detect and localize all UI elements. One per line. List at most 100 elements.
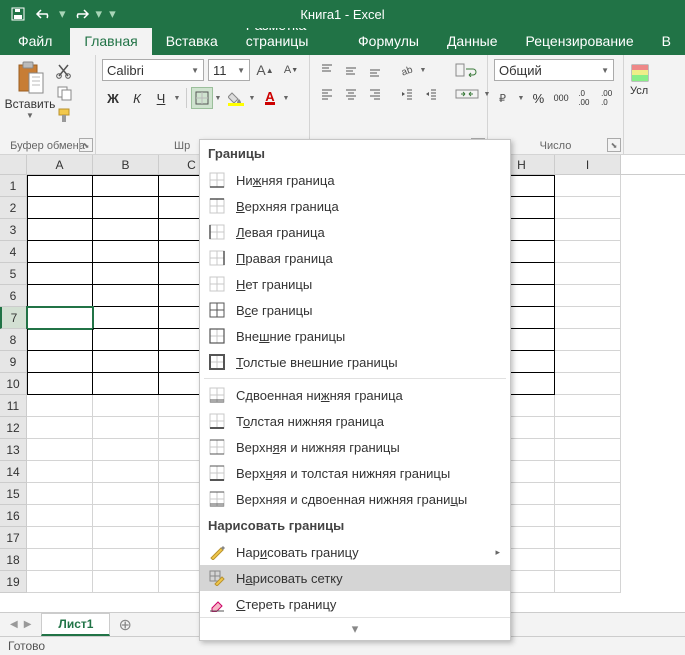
row-header[interactable]: 3 bbox=[0, 219, 27, 241]
menu-item-outside[interactable]: Внешние границы bbox=[200, 323, 510, 349]
cell[interactable] bbox=[555, 285, 621, 307]
menu-item-thick-bottom[interactable]: Толстая нижняя граница bbox=[200, 408, 510, 434]
fill-color-dropdown[interactable]: ▼ bbox=[247, 95, 257, 102]
borders-button[interactable] bbox=[191, 87, 213, 109]
row-header[interactable]: 7 bbox=[0, 307, 27, 329]
row-header[interactable]: 2 bbox=[0, 197, 27, 219]
conditional-formatting-button[interactable] bbox=[630, 63, 666, 83]
row-header[interactable]: 18 bbox=[0, 549, 27, 571]
cell[interactable] bbox=[93, 439, 159, 461]
row-header[interactable]: 15 bbox=[0, 483, 27, 505]
merge-button[interactable] bbox=[452, 83, 482, 105]
wrap-text-button[interactable] bbox=[452, 59, 482, 81]
orientation-button[interactable]: ab bbox=[396, 59, 418, 81]
sheet-nav-prev[interactable]: ◀ bbox=[10, 619, 18, 630]
cell[interactable] bbox=[555, 461, 621, 483]
select-all-corner[interactable] bbox=[0, 155, 27, 174]
percent-button[interactable]: % bbox=[528, 87, 549, 109]
menu-item-none[interactable]: Нет границы bbox=[200, 271, 510, 297]
menu-item-draw-border[interactable]: Нарисовать границу▸ bbox=[200, 539, 510, 565]
align-left-button[interactable] bbox=[316, 83, 338, 105]
cell[interactable] bbox=[93, 461, 159, 483]
menu-item-all[interactable]: Все границы bbox=[200, 297, 510, 323]
cell[interactable] bbox=[27, 461, 93, 483]
cell[interactable] bbox=[93, 549, 159, 571]
sheet-nav-next[interactable]: ▶ bbox=[24, 619, 32, 630]
row-header[interactable]: 16 bbox=[0, 505, 27, 527]
font-size-combo[interactable]: 11▼ bbox=[208, 59, 250, 81]
cell[interactable] bbox=[27, 175, 93, 197]
cell[interactable] bbox=[27, 549, 93, 571]
row-header[interactable]: 5 bbox=[0, 263, 27, 285]
menu-item-left[interactable]: Левая граница bbox=[200, 219, 510, 245]
decrease-indent-button[interactable] bbox=[396, 83, 418, 105]
cell[interactable] bbox=[93, 263, 159, 285]
cell[interactable] bbox=[555, 373, 621, 395]
cell[interactable] bbox=[27, 241, 93, 263]
cell[interactable] bbox=[27, 373, 93, 395]
cell[interactable] bbox=[27, 571, 93, 593]
cell[interactable] bbox=[555, 351, 621, 373]
cell[interactable] bbox=[93, 307, 159, 329]
sheet-tab-1[interactable]: Лист1 bbox=[41, 613, 110, 636]
borders-dropdown[interactable]: ▼ bbox=[213, 95, 223, 102]
format-painter-button[interactable] bbox=[56, 107, 76, 125]
accounting-dropdown[interactable]: ▼ bbox=[516, 95, 526, 102]
row-header[interactable]: 11 bbox=[0, 395, 27, 417]
paste-button[interactable]: Вставить ▼ bbox=[6, 59, 54, 125]
row-header[interactable]: 8 bbox=[0, 329, 27, 351]
cell[interactable] bbox=[93, 329, 159, 351]
increase-font-button[interactable]: A▲ bbox=[254, 59, 276, 81]
cell[interactable] bbox=[27, 439, 93, 461]
underline-button[interactable]: Ч bbox=[150, 87, 172, 109]
row-header[interactable]: 13 bbox=[0, 439, 27, 461]
cell[interactable] bbox=[27, 395, 93, 417]
accounting-format-button[interactable]: ₽ bbox=[494, 87, 516, 109]
cell[interactable] bbox=[27, 263, 93, 285]
cell[interactable] bbox=[555, 175, 621, 197]
font-color-dropdown[interactable]: ▼ bbox=[281, 95, 291, 102]
tab-view-partial[interactable]: В bbox=[648, 28, 685, 55]
cell[interactable] bbox=[27, 417, 93, 439]
cut-button[interactable] bbox=[56, 63, 76, 81]
save-button[interactable] bbox=[6, 2, 30, 26]
font-name-combo[interactable]: Calibri▼ bbox=[102, 59, 204, 81]
column-header-B[interactable]: B bbox=[93, 155, 159, 174]
cell[interactable] bbox=[93, 395, 159, 417]
cell[interactable] bbox=[555, 571, 621, 593]
align-middle-button[interactable] bbox=[340, 59, 362, 81]
undo-button[interactable] bbox=[32, 2, 56, 26]
cell[interactable] bbox=[27, 197, 93, 219]
cell[interactable] bbox=[27, 351, 93, 373]
tab-home[interactable]: Главная bbox=[70, 28, 151, 55]
menu-item-top[interactable]: Верхняя граница bbox=[200, 193, 510, 219]
new-sheet-button[interactable]: ⊕ bbox=[110, 615, 139, 635]
increase-indent-button[interactable] bbox=[420, 83, 442, 105]
cell[interactable] bbox=[93, 351, 159, 373]
cell[interactable] bbox=[93, 241, 159, 263]
menu-item-top-thick-bottom[interactable]: Верхняя и толстая нижняя границы bbox=[200, 460, 510, 486]
cell[interactable] bbox=[93, 527, 159, 549]
copy-button[interactable] bbox=[56, 85, 76, 103]
align-bottom-button[interactable] bbox=[364, 59, 386, 81]
italic-button[interactable]: К bbox=[126, 87, 148, 109]
row-header[interactable]: 19 bbox=[0, 571, 27, 593]
cell[interactable] bbox=[93, 219, 159, 241]
cell[interactable] bbox=[27, 307, 93, 329]
cell[interactable] bbox=[93, 175, 159, 197]
comma-style-button[interactable]: 000 bbox=[551, 87, 572, 109]
cell[interactable] bbox=[27, 329, 93, 351]
row-header[interactable]: 9 bbox=[0, 351, 27, 373]
increase-decimal-button[interactable]: .0.00 bbox=[574, 87, 595, 109]
align-center-button[interactable] bbox=[340, 83, 362, 105]
row-header[interactable]: 12 bbox=[0, 417, 27, 439]
menu-item-erase[interactable]: Стереть границу bbox=[200, 591, 510, 617]
cell[interactable] bbox=[93, 197, 159, 219]
menu-item-bottom[interactable]: Нижняя граница bbox=[200, 167, 510, 193]
cell[interactable] bbox=[93, 417, 159, 439]
cell[interactable] bbox=[93, 571, 159, 593]
decrease-font-button[interactable]: A▼ bbox=[280, 59, 302, 81]
align-right-button[interactable] bbox=[364, 83, 386, 105]
menu-more-indicator[interactable]: ▾ bbox=[200, 617, 510, 640]
cell[interactable] bbox=[93, 483, 159, 505]
